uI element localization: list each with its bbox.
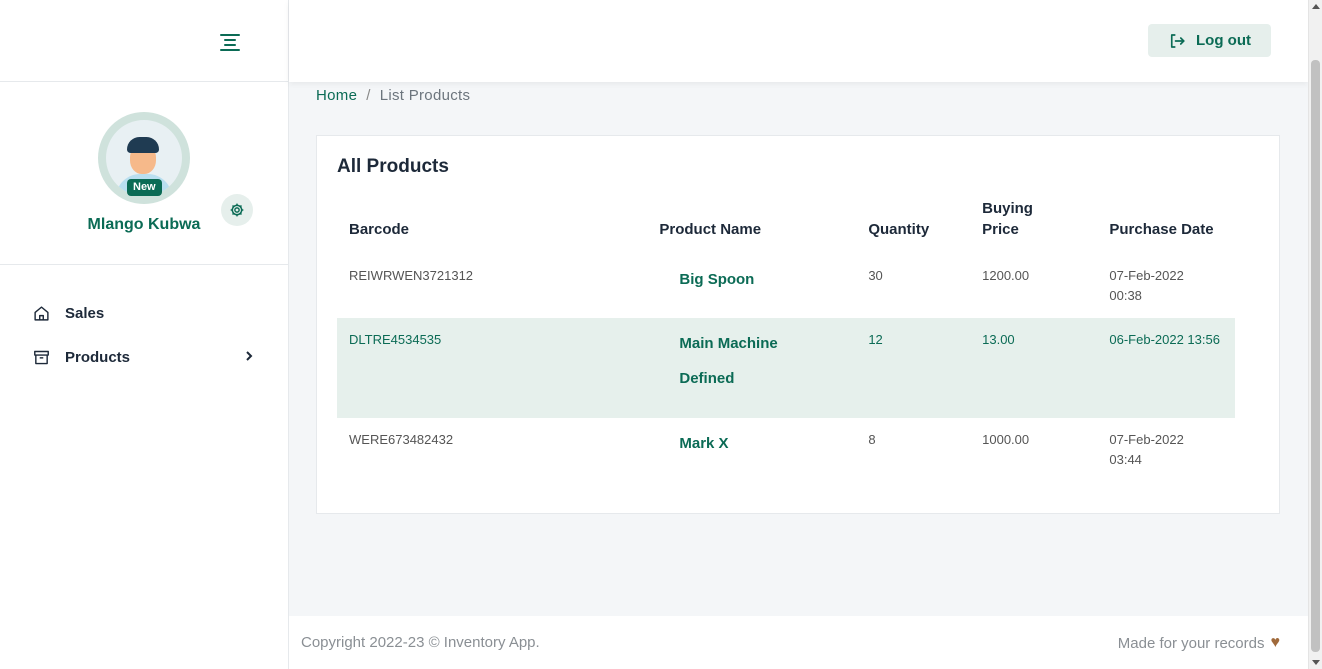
sidebar-item-sales[interactable]: Sales xyxy=(0,291,288,335)
scroll-down-icon[interactable] xyxy=(1312,660,1320,665)
cell-product-name: Main Machine Defined xyxy=(647,318,857,418)
column-header-quantity: Quantity xyxy=(868,221,930,238)
breadcrumb-separator: / xyxy=(366,87,371,104)
logout-icon xyxy=(1170,33,1185,48)
sidebar-nav: Sales Products xyxy=(0,265,288,379)
cell-quantity: 8 xyxy=(868,432,876,447)
sidebar-header xyxy=(0,0,288,82)
table-header-row: Barcode Product Name Quantity Buying Pric… xyxy=(337,198,1235,254)
scroll-up-icon[interactable] xyxy=(1312,4,1320,9)
cell-product-name: Mark X xyxy=(647,418,856,490)
column-header-product-name: Product Name xyxy=(659,221,762,238)
card-title: All Products xyxy=(337,156,449,177)
chevron-right-icon xyxy=(244,349,254,367)
product-name-link[interactable]: Big Spoon xyxy=(679,262,754,297)
cell-barcode: REIWRWEN3721312 xyxy=(349,268,474,283)
sidebar-item-label: Products xyxy=(65,348,131,366)
table-row[interactable]: REIWRWEN3721312 Big Spoon 30 1200.00 07-… xyxy=(337,254,1235,318)
logout-label: Log out xyxy=(1196,32,1251,49)
sidebar-item-label: Sales xyxy=(65,304,105,322)
cell-product-name: Big Spoon xyxy=(647,254,856,318)
cell-buying-price: 1000.00 xyxy=(982,432,1030,447)
top-header: Log out xyxy=(289,0,1308,82)
footer: Copyright 2022-23 © Inventory App. Made … xyxy=(289,616,1308,669)
cell-quantity: 12 xyxy=(856,318,971,418)
column-header-purchase-date: Purchase Date xyxy=(1109,221,1214,238)
cell-barcode: WERE673482432 xyxy=(349,432,454,447)
menu-toggle-icon[interactable] xyxy=(220,31,240,51)
column-header-barcode: Barcode xyxy=(349,221,410,238)
copyright-text: Copyright 2022-23 © Inventory App. xyxy=(301,634,540,651)
table-row[interactable]: WERE673482432 Mark X 8 1000.00 07-Feb-20… xyxy=(337,418,1235,490)
scrollbar-thumb[interactable] xyxy=(1311,60,1320,652)
user-profile: New Mlango Kubwa xyxy=(0,82,288,265)
breadcrumb: Home / List Products xyxy=(316,87,470,104)
sidebar-item-products[interactable]: Products xyxy=(0,335,288,379)
column-header-buying-price: Buying Price xyxy=(982,200,1033,238)
user-name: Mlango Kubwa xyxy=(87,216,201,233)
heart-icon: ♥ xyxy=(1270,634,1281,651)
cell-purchase-date: 06-Feb-2022 13:56 xyxy=(1097,318,1235,418)
cell-purchase-date: 07-Feb-2022 03:44 xyxy=(1109,432,1184,467)
cell-barcode: DLTRE4534535 xyxy=(337,318,648,418)
archive-box-icon xyxy=(33,348,51,366)
new-badge: New xyxy=(127,179,162,196)
cell-quantity: 30 xyxy=(868,268,883,283)
table-row[interactable]: DLTRE4534535 Main Machine Defined 12 13.0… xyxy=(337,318,1235,418)
products-card: All Products Barcode Product Name Quanti… xyxy=(316,135,1280,514)
page-scrollbar[interactable] xyxy=(1308,0,1322,669)
home-icon xyxy=(33,304,51,322)
logout-button[interactable]: Log out xyxy=(1148,24,1271,57)
made-for-text: Made for your records ♥ xyxy=(1117,634,1281,652)
breadcrumb-home-link[interactable]: Home xyxy=(316,87,357,104)
product-name-link[interactable]: Mark X xyxy=(679,426,728,461)
products-table: Barcode Product Name Quantity Buying Pric… xyxy=(337,198,1235,490)
cell-purchase-date: 07-Feb-2022 00:38 xyxy=(1109,268,1184,303)
sidebar: New Mlango Kubwa Sales Products xyxy=(0,0,289,669)
breadcrumb-current: List Products xyxy=(379,87,471,104)
cell-buying-price: 13.00 xyxy=(970,318,1098,418)
product-name-link[interactable]: Main Machine Defined xyxy=(679,326,777,396)
cell-buying-price: 1200.00 xyxy=(982,268,1030,283)
